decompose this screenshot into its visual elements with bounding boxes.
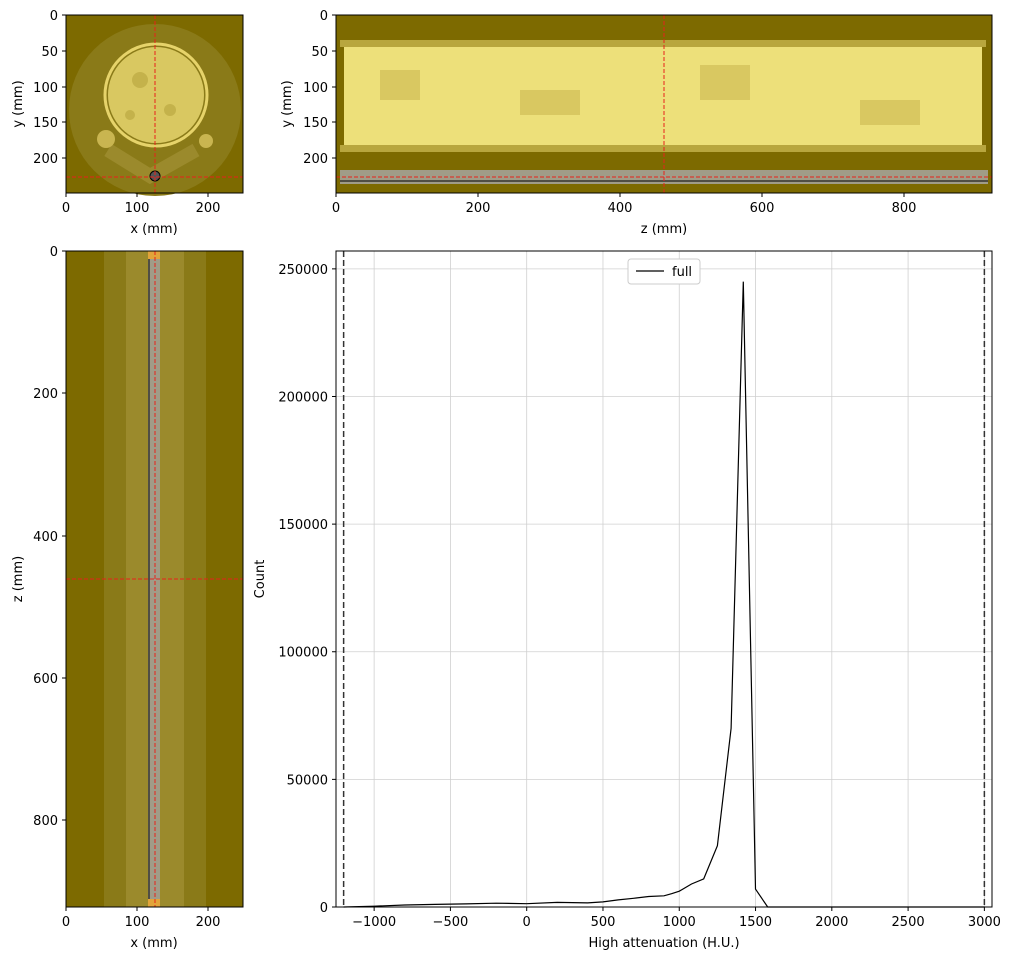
axial-core-texture (164, 104, 176, 116)
coronal-ytick-label: 200 (33, 387, 58, 402)
coronal-ytick-label: 600 (33, 672, 58, 687)
x-tick-label: 500 (591, 915, 616, 930)
coronal-ytick-label: 0 (50, 245, 58, 260)
axial-yticks: 0 50 100 150 200 (33, 9, 66, 167)
coronal-xlabel: x (mm) (130, 936, 177, 951)
x-tick-label: 0 (523, 915, 531, 930)
y-tick-label: 0 (320, 901, 328, 916)
sagittal-xtick-label: 600 (750, 201, 775, 216)
coronal-ylabel: z (mm) (11, 556, 26, 602)
coronal-tube-cap-top (148, 251, 160, 259)
axial-ytick-label: 0 (50, 9, 58, 24)
legend-label-full: full (672, 265, 692, 280)
coronal-xtick-label: 200 (196, 915, 221, 930)
histogram-legend: full (627, 258, 701, 285)
sagittal-xticks: 0 200 400 600 800 (332, 193, 917, 216)
axial-xtick-label: 0 (62, 201, 70, 216)
sagittal-core (344, 47, 982, 145)
figure: 0 100 200 0 50 100 150 200 x (mm) y (mm) (11, 9, 1001, 951)
sagittal-ytick-label: 0 (320, 9, 328, 24)
sagittal-xtick-label: 200 (466, 201, 491, 216)
sagittal-ytick-label: 150 (303, 116, 328, 131)
histogram-yticks: 0 50000 100000 150000 200000 250000 (278, 263, 336, 916)
y-tick-label: 50000 (287, 773, 328, 788)
x-tick-label: 3000 (968, 915, 1001, 930)
sagittal-top-liner (340, 40, 986, 47)
sagittal-xtick-label: 0 (332, 201, 340, 216)
sagittal-yticks: 0 50 100 150 200 (303, 9, 336, 167)
sagittal-xtick-label: 800 (892, 201, 917, 216)
sagittal-ytick-label: 100 (303, 81, 328, 96)
coronal-xticks: 0 100 200 (62, 907, 221, 930)
axial-ylabel: y (mm) (11, 80, 26, 127)
sagittal-core-texture (520, 90, 580, 115)
sagittal-core-texture (700, 65, 750, 100)
sagittal-core-texture (860, 100, 920, 125)
axial-core (108, 47, 204, 143)
sagittal-xtick-label: 400 (608, 201, 633, 216)
sagittal-core-texture (380, 70, 420, 100)
axial-ytick-label: 50 (41, 45, 58, 60)
axial-xtick-label: 200 (196, 201, 221, 216)
histogram-grid (336, 251, 992, 908)
axial-xticks: 0 100 200 (62, 193, 221, 216)
coronal-tube-cap-bottom (148, 899, 160, 907)
x-tick-label: 2000 (815, 915, 848, 930)
axial-xtick-label: 100 (125, 201, 150, 216)
y-tick-label: 250000 (278, 263, 328, 278)
axial-panel: 0 100 200 0 50 100 150 200 x (mm) y (mm) (11, 9, 244, 237)
histogram-threshold-lines (342, 251, 986, 907)
coronal-xtick-label: 100 (125, 915, 150, 930)
coronal-ytick-label: 800 (33, 814, 58, 829)
axial-core-texture (132, 72, 148, 88)
sagittal-ytick-label: 50 (311, 45, 328, 60)
axial-rod-right (199, 134, 213, 148)
x-tick-label: 2500 (892, 915, 925, 930)
axial-ytick-label: 200 (33, 152, 58, 167)
x-tick-label: −1000 (352, 915, 396, 930)
coronal-xtick-label: 0 (62, 915, 70, 930)
histogram-panel: −1000 −500 0 500 1000 1500 2000 2500 3000 0 50000… (253, 250, 1001, 951)
sagittal-bottom-liner (340, 145, 986, 152)
axial-rod-left (97, 130, 115, 148)
histogram-frame (335, 250, 993, 908)
sagittal-ytick-label: 200 (303, 152, 328, 167)
x-tick-label: −500 (433, 915, 469, 930)
histogram-ylabel: Count (253, 560, 268, 599)
y-tick-label: 150000 (278, 518, 328, 533)
axial-core-texture (125, 110, 135, 120)
axial-xlabel: x (mm) (130, 222, 177, 237)
axial-ytick-label: 150 (33, 116, 58, 131)
sagittal-ylabel: y (mm) (280, 80, 295, 127)
histogram-series-line-full (343, 281, 985, 908)
sagittal-panel: 0 200 400 600 800 0 50 100 150 200 z (mm… (280, 9, 993, 237)
coronal-yticks: 0 200 400 600 800 (33, 245, 66, 829)
x-tick-label: 1000 (663, 915, 696, 930)
y-tick-label: 100000 (278, 646, 328, 661)
sagittal-xlabel: z (mm) (641, 222, 687, 237)
x-tick-label: 1500 (739, 915, 772, 930)
histogram-xticks: −1000 −500 0 500 1000 1500 2000 2500 3000 (352, 907, 1001, 930)
histogram-xlabel: High attenuation (H.U.) (588, 936, 739, 951)
axial-ytick-label: 100 (33, 81, 58, 96)
coronal-ytick-label: 400 (33, 530, 58, 545)
coronal-panel: 0 100 200 0 200 400 600 800 x (mm) z (mm… (11, 245, 244, 951)
y-tick-label: 200000 (278, 390, 328, 405)
